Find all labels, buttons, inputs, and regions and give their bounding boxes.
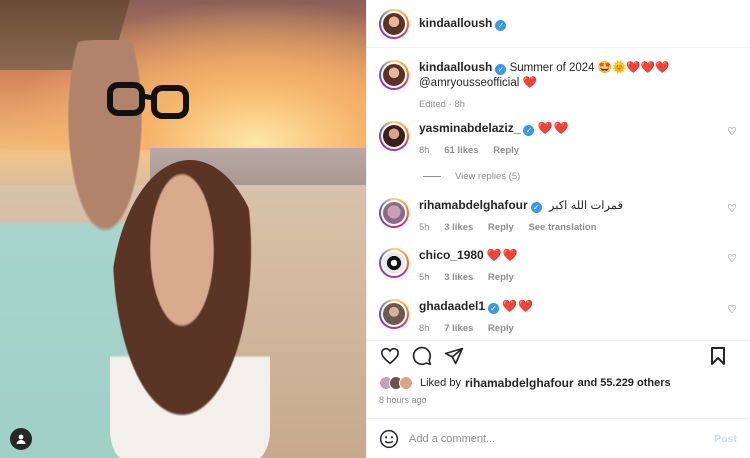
glasses-shape <box>107 82 189 119</box>
save-button[interactable] <box>707 345 729 367</box>
verified-icon: ✓ <box>488 303 500 314</box>
comment-input[interactable]: Add a comment... <box>409 433 750 445</box>
heart-icon[interactable]: ♡ <box>727 125 737 138</box>
bookmark-icon <box>711 347 725 365</box>
caption-username[interactable]: kindaalloush <box>419 60 492 74</box>
heart-icon[interactable]: ♡ <box>727 303 737 316</box>
liker-avatars <box>379 376 413 390</box>
edited-label: Edited · 8h <box>419 99 465 110</box>
share-icon <box>444 347 464 364</box>
comment-username[interactable]: chico_1980 <box>419 248 484 262</box>
photo-woman <box>110 160 270 458</box>
replies-divider <box>423 176 441 177</box>
post-timestamp[interactable]: 8 hours ago <box>379 395 427 405</box>
caption-text: Summer of 2024 🤩🌞❤️❤️❤️ <box>509 62 670 74</box>
avatar[interactable] <box>379 198 409 228</box>
avatar[interactable] <box>379 299 409 329</box>
liked-by-suffix[interactable]: and 55.229 others <box>578 377 671 389</box>
verified-icon: ✓ <box>495 64 507 75</box>
comment-time: 8h <box>419 323 430 334</box>
comment-time: 5h <box>419 222 430 233</box>
comment-username[interactable]: rihamabdelghafour <box>419 198 528 212</box>
tagged-people-button[interactable] <box>10 428 32 450</box>
comments-list: kindaalloush ✓ Summer of 2024 🤩🌞❤️❤️❤️ @a… <box>367 48 750 340</box>
comment-username[interactable]: yasminabdelaziz_ <box>419 121 520 135</box>
comment-text: ❤️❤️ <box>537 121 570 135</box>
liked-by-prefix: Liked by <box>420 377 461 389</box>
comment-likes[interactable]: 3 likes <box>444 272 473 283</box>
avatar[interactable] <box>379 8 409 39</box>
heart-icon <box>380 347 400 364</box>
verified-icon: ✓ <box>495 20 507 31</box>
post-side-panel: kindaalloush ✓ kindaalloush ✓ Summer of 20… <box>366 0 750 458</box>
heart-icon[interactable]: ♡ <box>727 202 737 215</box>
avatar[interactable] <box>379 121 409 151</box>
emoji-icon[interactable] <box>379 429 399 449</box>
heart-icon[interactable]: ♡ <box>727 252 737 265</box>
share-button[interactable] <box>443 345 465 367</box>
verified-icon: ✓ <box>523 125 535 136</box>
comment-username[interactable]: ghadaadel1 <box>419 299 485 313</box>
comment-time: 5h <box>419 272 430 283</box>
comment-text: قمرات الله اكبر <box>548 200 623 212</box>
caption-mention[interactable]: @amryousseofficial ❤️ <box>419 76 739 91</box>
comment-text: ❤️❤️ <box>502 299 535 313</box>
see-translation-link[interactable]: See translation <box>528 222 596 233</box>
instagram-post-modal: kindaalloush ✓ kindaalloush ✓ Summer of 20… <box>0 0 750 458</box>
person-icon <box>16 434 26 444</box>
comment-likes[interactable]: 3 likes <box>444 222 473 233</box>
list-item: rihamabdelghafour ✓ قمرات الله اكبر 5h 3 … <box>379 198 739 233</box>
comment-button[interactable] <box>411 345 433 367</box>
comment-text: ❤️❤️ <box>486 248 519 262</box>
add-comment-bar: Add a comment... Post <box>367 418 750 458</box>
comment-icon <box>412 346 432 365</box>
avatar[interactable] <box>379 248 409 278</box>
post-header: kindaalloush ✓ <box>367 0 750 48</box>
likes-summary[interactable]: Liked by rihamabdelghafour and 55.229 ot… <box>379 376 671 390</box>
list-item: ghadaadel1 ✓ ❤️❤️ 8h 7 likes Reply ♡ <box>379 299 739 334</box>
reply-button[interactable]: Reply <box>488 323 514 334</box>
list-item: chico_1980 ❤️❤️ 5h 3 likes Reply ♡ <box>379 248 739 283</box>
avatar[interactable] <box>379 60 409 90</box>
reply-button[interactable]: Reply <box>493 145 519 156</box>
list-item: yasminabdelaziz_ ✓ ❤️❤️ 8h 61 likes Reply… <box>379 121 739 156</box>
like-button[interactable] <box>379 345 401 367</box>
post-comment-button[interactable]: Post <box>714 433 737 445</box>
liked-by-user[interactable]: rihamabdelghafour <box>465 376 574 390</box>
author-username[interactable]: kindaalloush ✓ <box>419 16 507 31</box>
comment-likes[interactable]: 7 likes <box>444 323 473 334</box>
post-photo[interactable] <box>0 0 366 458</box>
caption: kindaalloush ✓ Summer of 2024 🤩🌞❤️❤️❤️ @a… <box>379 60 739 110</box>
comment-time: 8h <box>419 145 430 156</box>
reply-button[interactable]: Reply <box>488 272 514 283</box>
verified-icon: ✓ <box>530 202 542 213</box>
post-actions <box>367 340 750 370</box>
comment-likes[interactable]: 61 likes <box>444 145 478 156</box>
view-replies-button[interactable]: View replies (5) <box>423 171 520 182</box>
reply-button[interactable]: Reply <box>488 222 514 233</box>
